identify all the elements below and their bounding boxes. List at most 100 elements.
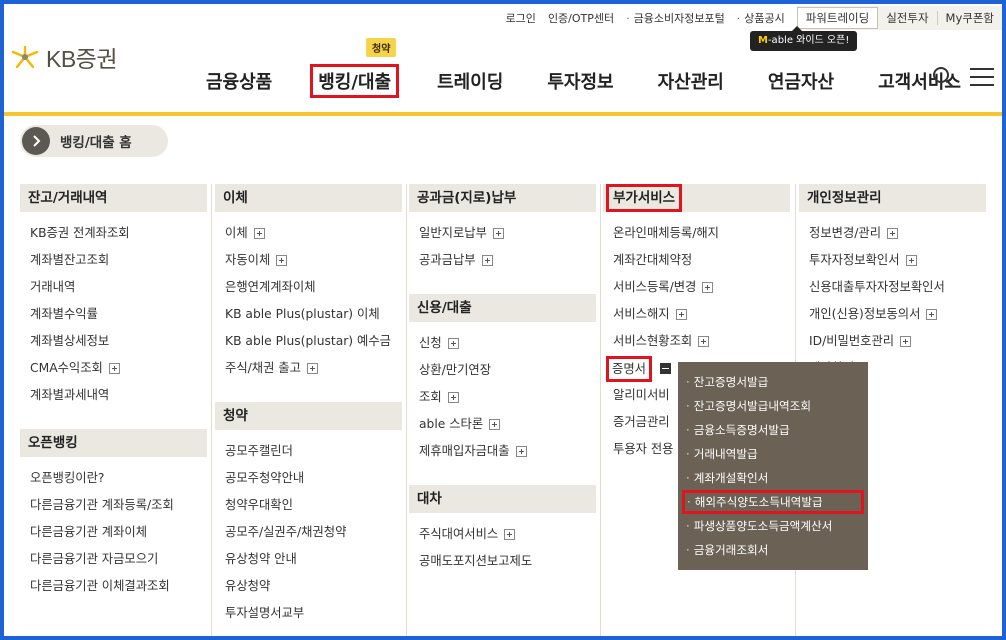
- menu-item[interactable]: able 스타론: [409, 411, 596, 438]
- search-icon[interactable]: [932, 66, 954, 88]
- hamburger-menu-icon[interactable]: [970, 68, 994, 88]
- flyout-item[interactable]: 잔고증명서발급내역조회: [684, 394, 868, 418]
- section-header[interactable]: 개인정보관리: [799, 184, 986, 212]
- menu-item[interactable]: 다른금융기관 이체결과조회: [20, 573, 207, 600]
- section-header[interactable]: 청약: [215, 402, 402, 430]
- menu-item[interactable]: 다른금융기관 계좌이체: [20, 519, 207, 546]
- menu-item[interactable]: 유상청약 안내: [215, 546, 402, 573]
- menu-item[interactable]: 개인(신용)정보동의서: [799, 301, 986, 328]
- section-header[interactable]: 대차: [409, 485, 596, 513]
- menu-item[interactable]: KB able Plus(plustar) 예수금: [215, 328, 402, 355]
- section-header[interactable]: 오픈뱅킹: [20, 429, 207, 457]
- menu-item[interactable]: 서비스해지: [603, 301, 790, 328]
- menu-item[interactable]: 투자설명서교부: [215, 600, 402, 627]
- product-disclosure-link[interactable]: 상품공시: [731, 10, 791, 26]
- flyout-item[interactable]: 금융거래조회서: [684, 538, 868, 562]
- menu-item[interactable]: 서비스현황조회: [603, 328, 790, 355]
- menu-item[interactable]: 계좌간대체약정: [603, 247, 790, 274]
- my-coupon-link[interactable]: My쿠폰함: [938, 10, 1002, 26]
- flyout-item[interactable]: 잔고증명서발급: [684, 370, 868, 394]
- consumer-portal-link[interactable]: 금융소비자정보포털: [620, 10, 731, 26]
- menu-item[interactable]: 공매도포지션보고제도: [409, 548, 596, 575]
- menu-item[interactable]: 거래내역: [20, 274, 207, 301]
- kb-logo[interactable]: KB증권: [8, 40, 118, 74]
- menu-item[interactable]: 공모주/실권주/채권청약: [215, 519, 402, 546]
- menu-item[interactable]: 유상청약: [215, 573, 402, 600]
- menu-item[interactable]: 공과금납부: [409, 247, 596, 274]
- menu-item-label: 신용대출투자자정보확인서: [809, 280, 945, 294]
- expand-plus-icon[interactable]: [253, 228, 265, 239]
- mable-tooltip[interactable]: M-able 와이드 오픈!: [750, 26, 858, 51]
- expand-plus-icon[interactable]: [675, 309, 687, 320]
- section-header[interactable]: 부가서비스: [603, 184, 790, 212]
- menu-item[interactable]: 청약우대확인: [215, 492, 402, 519]
- section-header[interactable]: 신용/대출: [409, 294, 596, 322]
- expand-plus-icon[interactable]: [900, 336, 912, 347]
- otp-center-link[interactable]: 인증/OTP센터: [542, 10, 620, 26]
- menu-item[interactable]: KB able Plus(plustar) 이체: [215, 301, 402, 328]
- menu-item[interactable]: 계좌별잔고조회: [20, 247, 207, 274]
- menu-item[interactable]: 계좌별수익률: [20, 301, 207, 328]
- menu-item[interactable]: 서비스등록/변경: [603, 274, 790, 301]
- menu-item[interactable]: KB증권 전계좌조회: [20, 220, 207, 247]
- gnb-trading[interactable]: 트레이딩: [431, 64, 509, 98]
- menu-item[interactable]: 은행연계계좌이체: [215, 274, 402, 301]
- expand-plus-icon[interactable]: [306, 363, 318, 374]
- section-header[interactable]: 공과금(지로)납부: [409, 184, 596, 212]
- expand-plus-icon[interactable]: [447, 392, 459, 403]
- menu-item[interactable]: CMA수익조회: [20, 355, 207, 382]
- menu-item[interactable]: 신청: [409, 330, 596, 357]
- gnb-asset-management[interactable]: 자산관리: [652, 64, 730, 98]
- menu-item[interactable]: 다른금융기관 계좌등록/조회: [20, 492, 207, 519]
- menu-item[interactable]: 투자자정보확인서: [799, 247, 986, 274]
- expand-plus-icon[interactable]: [905, 255, 917, 266]
- real-invest-link[interactable]: 실전투자: [878, 10, 936, 26]
- login-link[interactable]: 로그인: [500, 10, 542, 26]
- gnb-pension-assets[interactable]: 연금자산: [762, 64, 840, 98]
- menu-item[interactable]: 계좌별과세내역: [20, 382, 207, 409]
- expand-plus-icon[interactable]: [447, 338, 459, 349]
- expand-plus-icon[interactable]: [108, 363, 120, 374]
- expand-plus-icon[interactable]: [489, 419, 501, 430]
- flyout-item[interactable]: 계좌개설확인서: [684, 466, 868, 490]
- breadcrumb[interactable]: 뱅킹/대출 홈: [20, 125, 168, 157]
- menu-item[interactable]: ID/비밀번호관리: [799, 328, 986, 355]
- menu-item[interactable]: 오픈뱅킹이란?: [20, 465, 207, 492]
- menu-item[interactable]: 계좌별상세정보: [20, 328, 207, 355]
- menu-item[interactable]: 이체: [215, 220, 402, 247]
- menu-item[interactable]: 다른금융기관 자금모으기: [20, 546, 207, 573]
- menu-item[interactable]: 주식/채권 출고: [215, 355, 402, 382]
- menu-item[interactable]: 정보변경/관리: [799, 220, 986, 247]
- menu-item[interactable]: 공모주캘린더: [215, 438, 402, 465]
- flyout-item[interactable]: 금융소득증명서발급: [684, 418, 868, 442]
- flyout-item[interactable]: 파생상품양도소득금액계산서: [684, 514, 868, 538]
- menu-item[interactable]: 신용대출투자자정보확인서: [799, 274, 986, 301]
- power-trading-link[interactable]: 파워트레이딩: [796, 7, 879, 29]
- expand-plus-icon[interactable]: [515, 446, 527, 457]
- menu-item[interactable]: 일반지로납부: [409, 220, 596, 247]
- menu-item[interactable]: 자동이체: [215, 247, 402, 274]
- collapse-minus-icon[interactable]: [659, 363, 671, 374]
- menu-item[interactable]: 제휴매입자금대출: [409, 438, 596, 465]
- expand-plus-icon[interactable]: [504, 529, 516, 540]
- gnb-financial-products[interactable]: 금융상품: [200, 64, 278, 98]
- expand-plus-icon[interactable]: [492, 228, 504, 239]
- section-header[interactable]: 이체: [215, 184, 402, 212]
- expand-plus-icon[interactable]: [926, 309, 938, 320]
- menu-item[interactable]: 주식대여서비스: [409, 521, 596, 548]
- menu-item[interactable]: 공모주청약안내: [215, 465, 402, 492]
- expand-plus-icon[interactable]: [887, 228, 899, 239]
- expand-plus-icon[interactable]: [702, 282, 714, 293]
- expand-plus-icon[interactable]: [698, 336, 710, 347]
- flyout-item[interactable]: 해외주식양도소득내역발급: [682, 490, 864, 514]
- gnb-banking-loan[interactable]: 뱅킹/대출: [310, 64, 400, 98]
- expand-plus-icon[interactable]: [276, 255, 288, 266]
- gnb-investment-info[interactable]: 투자정보: [541, 64, 619, 98]
- flyout-item[interactable]: 거래내역발급: [684, 442, 868, 466]
- expand-plus-icon[interactable]: [481, 255, 493, 266]
- section-header[interactable]: 잔고/거래내역: [20, 184, 207, 212]
- menu-item[interactable]: 온라인매체등록/해지: [603, 220, 790, 247]
- menu-item[interactable]: 상환/만기연장: [409, 357, 596, 384]
- menu-item[interactable]: 조회: [409, 384, 596, 411]
